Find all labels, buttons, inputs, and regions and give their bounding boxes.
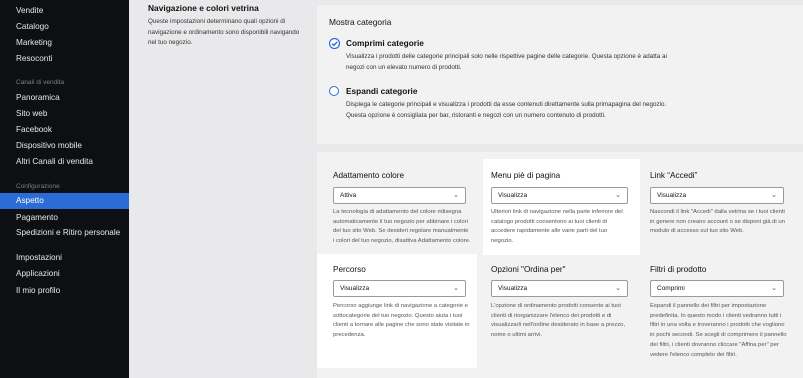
- link-accedi-title: Link “Accedi”: [650, 171, 698, 180]
- radio-checked-icon[interactable]: [329, 38, 340, 49]
- ordina-per-select-value: Visualizza: [498, 285, 528, 292]
- option-comprimi-label: Comprimi categorie: [346, 38, 424, 48]
- sidebar-item-vendite[interactable]: Vendite: [0, 3, 129, 19]
- sidebar-item-resoconti[interactable]: Resoconti: [0, 51, 129, 67]
- sidebar-item-facebook[interactable]: Facebook: [0, 122, 129, 138]
- chevron-down-icon: ⌄: [453, 192, 459, 199]
- category-display-card: Mostra categoria Comprimi categorie Visu…: [317, 5, 803, 144]
- category-card-title: Mostra categoria: [329, 17, 392, 27]
- menu-pie-select[interactable]: Visualizza ⌄: [491, 187, 628, 204]
- option-comprimi-description: Visualizza i prodotti delle categorie pr…: [346, 53, 667, 71]
- chevron-down-icon: ⌄: [771, 192, 777, 199]
- menu-pie-select-value: Visualizza: [498, 192, 528, 199]
- filtri-select-value: Comprimi: [657, 285, 685, 292]
- ordina-per-description: L'opzione di ordinamento prodotti consen…: [491, 303, 626, 339]
- link-accedi-select[interactable]: Visualizza ⌄: [650, 187, 784, 204]
- filtri-title: Filtri di prodotto: [650, 265, 707, 274]
- sidebar-item-dispositivo-mobile[interactable]: Dispositivo mobile: [0, 138, 129, 154]
- chevron-down-icon: ⌄: [453, 285, 459, 292]
- sidebar-item-aspetto[interactable]: Aspetto: [0, 193, 129, 209]
- section-description: Queste impostazioni determinano quali op…: [148, 18, 300, 46]
- adattamento-description: La tecnologia di adattamento del colore …: [333, 209, 471, 245]
- chevron-down-icon: ⌄: [615, 192, 621, 199]
- sidebar-section-channels: Canali di vendita: [16, 79, 65, 86]
- sidebar-item-profilo[interactable]: Il mio profilo: [0, 283, 129, 299]
- percorso-description: Percorso aggiunge link di navigazione a …: [333, 303, 470, 339]
- chevron-down-icon: ⌄: [771, 285, 777, 292]
- percorso-select[interactable]: Visualizza ⌄: [333, 280, 466, 297]
- sidebar-item-applicazioni[interactable]: Applicazioni: [0, 266, 129, 282]
- sidebar-item-impostazioni[interactable]: Impostazioni: [0, 250, 129, 266]
- sidebar-item-sito-web[interactable]: Sito web: [0, 106, 129, 122]
- sidebar-item-marketing[interactable]: Marketing: [0, 35, 129, 51]
- link-accedi-description: Nascondi il link "Accedi" dalla vetrina …: [650, 209, 785, 235]
- sidebar-item-panoramica[interactable]: Panoramica: [0, 90, 129, 106]
- percorso-select-value: Visualizza: [340, 285, 370, 292]
- ordina-per-select[interactable]: Visualizza ⌄: [491, 280, 628, 297]
- menu-pie-description: Ulteriori link di navigazione nella part…: [491, 209, 623, 245]
- link-accedi-select-value: Visualizza: [657, 192, 687, 199]
- section-title: Navigazione e colori vetrina: [148, 3, 259, 13]
- option-espandi-description: Dispiega le categorie principali e visua…: [346, 101, 667, 119]
- adattamento-select-value: Attiva: [340, 192, 357, 199]
- sidebar-item-pagamento[interactable]: Pagamento: [0, 210, 129, 226]
- sidebar-item-spedizioni[interactable]: Spedizioni e Ritiro personale: [0, 227, 129, 249]
- sidebar: Vendite Catalogo Marketing Resoconti Can…: [0, 0, 129, 378]
- adattamento-title: Adattamento colore: [333, 171, 405, 180]
- option-espandi-label: Espandi categorie: [346, 86, 418, 96]
- sidebar-section-config: Configurazione: [16, 183, 60, 190]
- adattamento-select[interactable]: Attiva ⌄: [333, 187, 466, 204]
- chevron-down-icon: ⌄: [615, 285, 621, 292]
- sidebar-item-altri-canali[interactable]: Altri Canali di vendita: [0, 154, 129, 170]
- percorso-title: Percorso: [333, 265, 366, 274]
- filtri-description: Espandi il pannello dei filtri per impos…: [650, 303, 787, 358]
- ordina-per-title: Opzioni "Ordina per": [491, 265, 566, 274]
- radio-unchecked-icon[interactable]: [329, 86, 339, 96]
- filtri-select[interactable]: Comprimi ⌄: [650, 280, 784, 297]
- sidebar-item-catalogo[interactable]: Catalogo: [0, 19, 129, 35]
- option-espandi[interactable]: Espandi categorie Dispiega le categorie …: [329, 86, 789, 126]
- option-comprimi[interactable]: Comprimi categorie Visualizza i prodotti…: [329, 38, 789, 78]
- menu-pie-title: Menu piè di pagina: [491, 171, 561, 180]
